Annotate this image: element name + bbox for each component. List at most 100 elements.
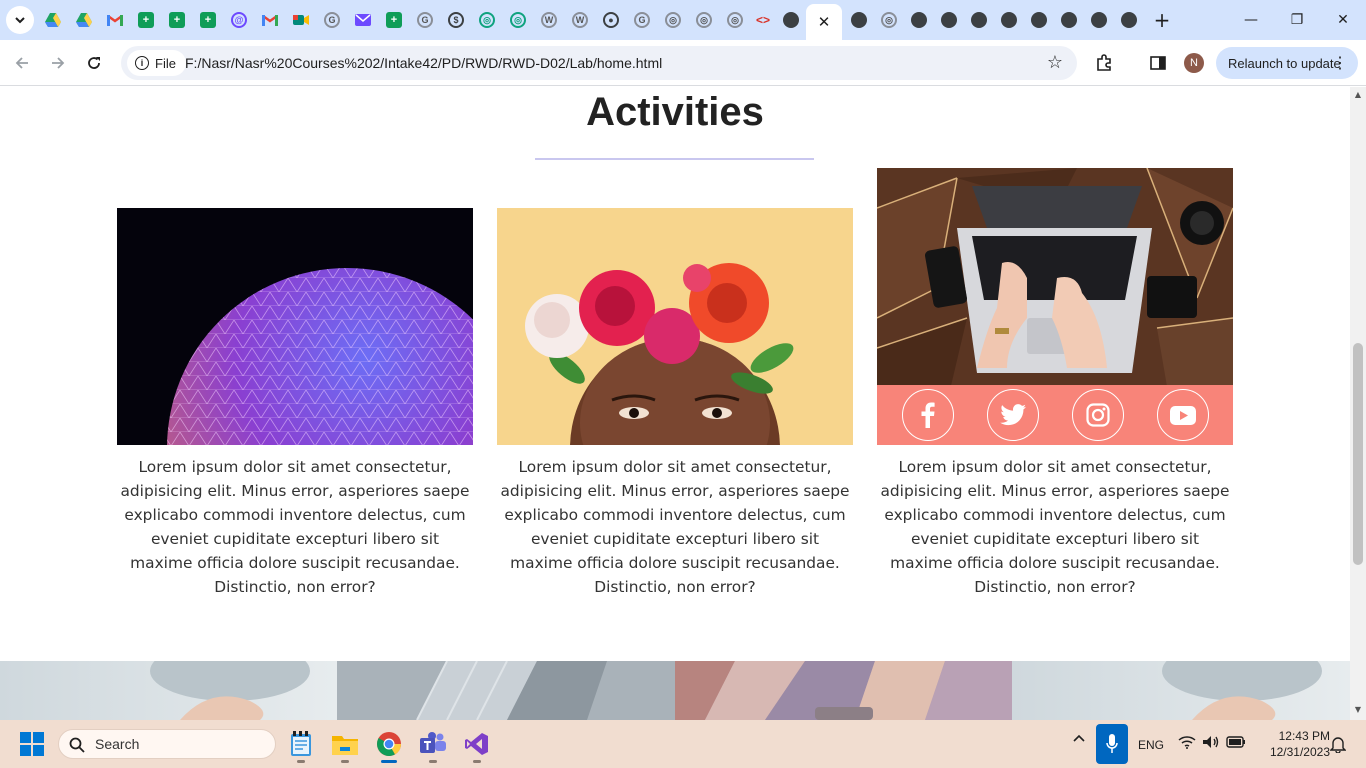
tab-chatgpt-2[interactable]: ◎ xyxy=(507,9,529,31)
teams-icon xyxy=(420,732,446,753)
tab-chatgpt[interactable]: ◎ xyxy=(476,9,498,31)
battery-icon[interactable] xyxy=(1226,736,1246,751)
site-info-chip[interactable]: i File xyxy=(127,50,186,76)
taskbar-visual-studio[interactable] xyxy=(461,728,493,763)
address-bar[interactable]: i File F:/Nasr/Nasr%20Courses%202/Intake… xyxy=(121,46,1077,80)
language-indicator[interactable]: ENG xyxy=(1138,738,1164,752)
search-icon xyxy=(69,737,85,753)
show-hidden-icons-button[interactable] xyxy=(1072,732,1086,749)
tab-chrome-8[interactable] xyxy=(1058,9,1080,31)
tab-chrome-7[interactable] xyxy=(1028,9,1050,31)
tab-chrome-4[interactable] xyxy=(938,9,960,31)
tab-google-meet[interactable] xyxy=(290,9,312,31)
instagram-link[interactable] xyxy=(1071,389,1124,441)
tab-chrome-5[interactable] xyxy=(968,9,990,31)
chrome-icon xyxy=(377,732,401,757)
card-2-text: Lorem ipsum dolor sit amet consectetur, … xyxy=(500,458,850,596)
taskbar-search-box[interactable]: Search xyxy=(58,729,276,759)
kebab-menu-icon[interactable]: ⋮ xyxy=(1332,53,1348,73)
relaunch-to-update-button[interactable]: Relaunch to update ⋮ xyxy=(1216,47,1358,79)
tab-chrome-2[interactable] xyxy=(848,9,870,31)
tab-circle[interactable]: ● xyxy=(600,9,622,31)
volume-icon[interactable] xyxy=(1202,735,1220,752)
youtube-link[interactable] xyxy=(1156,389,1209,441)
scroll-down-arrow-icon[interactable]: ▼ xyxy=(1353,705,1363,715)
taskbar-file-explorer[interactable] xyxy=(329,728,361,763)
close-window-button[interactable]: ✕ xyxy=(1328,6,1358,34)
tab-wordpress-2[interactable]: W xyxy=(569,9,591,31)
chatgpt-icon: ◎ xyxy=(510,12,526,28)
tab-chatgpt-5[interactable]: ◎ xyxy=(724,9,746,31)
active-tab-close-button[interactable]: ✕ xyxy=(806,4,842,40)
tab-chrome-9[interactable] xyxy=(1088,9,1110,31)
microphone-icon xyxy=(1106,734,1118,753)
tab-search-button[interactable] xyxy=(6,6,34,34)
microphone-button[interactable] xyxy=(1096,724,1128,764)
reload-button[interactable] xyxy=(80,49,108,77)
back-button[interactable] xyxy=(8,49,36,77)
tab-chrome-10[interactable] xyxy=(1118,9,1140,31)
profile-avatar[interactable]: N xyxy=(1184,53,1204,73)
tab-code[interactable]: <> xyxy=(752,9,774,31)
wordpress-icon: W xyxy=(541,12,557,28)
social-links-bar xyxy=(877,385,1233,445)
tab-dollar[interactable]: $ xyxy=(445,9,467,31)
page-scrollbar[interactable]: ▲ ▼ xyxy=(1350,87,1366,720)
start-button[interactable] xyxy=(16,728,48,760)
mail-icon xyxy=(355,14,371,26)
minimize-button[interactable]: — xyxy=(1236,6,1266,34)
tab-chatgpt-3[interactable]: ◎ xyxy=(662,9,684,31)
tab-gmail-2[interactable] xyxy=(259,9,281,31)
chrome-icon xyxy=(911,12,927,28)
browser-toolbar: i File F:/Nasr/Nasr%20Courses%202/Intake… xyxy=(0,40,1366,86)
tab-chrome-6[interactable] xyxy=(998,9,1020,31)
taskbar-teams[interactable] xyxy=(417,728,449,763)
dollar-icon: $ xyxy=(448,12,464,28)
card-3-text: Lorem ipsum dolor sit amet consectetur, … xyxy=(880,458,1230,596)
twitter-link[interactable] xyxy=(986,389,1039,441)
tab-sheets-3[interactable]: + xyxy=(197,9,219,31)
scrollbar-thumb[interactable] xyxy=(1353,343,1363,565)
tab-wordpress[interactable]: W xyxy=(538,9,560,31)
geodesic-sphere-image xyxy=(117,208,473,445)
tab-chatgpt-6[interactable]: ◎ xyxy=(878,9,900,31)
tab-chatgpt-4[interactable]: ◎ xyxy=(693,9,715,31)
tab-google-drive-2[interactable] xyxy=(73,9,95,31)
bookmark-star-icon[interactable]: ☆ xyxy=(1047,52,1063,73)
tab-sheets-4[interactable]: + xyxy=(383,9,405,31)
taskbar-notepad[interactable] xyxy=(285,728,317,763)
tab-google-3[interactable]: G xyxy=(631,9,653,31)
url-text[interactable]: F:/Nasr/Nasr%20Courses%202/Intake42/PD/R… xyxy=(185,55,662,71)
tab-chrome[interactable] xyxy=(780,9,802,31)
tab-proton[interactable]: @ xyxy=(228,9,250,31)
wifi-icon[interactable] xyxy=(1178,735,1196,752)
arrow-right-icon xyxy=(52,57,65,69)
gallery-image-4 xyxy=(1012,641,1350,720)
chrome-icon xyxy=(971,12,987,28)
taskbar-clock[interactable]: 12:43 PM 12/31/2023 xyxy=(1254,728,1330,760)
extensions-button[interactable] xyxy=(1092,51,1116,75)
chrome-icon xyxy=(1061,12,1077,28)
google-icon: G xyxy=(634,12,650,28)
chrome-icon xyxy=(783,12,799,28)
activity-card-1: Lorem ipsum dolor sit amet consectetur, … xyxy=(117,208,473,599)
tab-sheets-2[interactable]: + xyxy=(166,9,188,31)
notification-bell-icon[interactable] xyxy=(1329,735,1347,756)
facebook-link[interactable] xyxy=(901,389,954,441)
tab-proton-mail[interactable] xyxy=(352,9,374,31)
forward-button[interactable] xyxy=(44,49,72,77)
taskbar-chrome[interactable] xyxy=(373,728,405,763)
tab-chrome-3[interactable] xyxy=(908,9,930,31)
new-tab-button[interactable]: + xyxy=(1150,8,1174,32)
tab-sheets[interactable]: + xyxy=(135,9,157,31)
tab-google-drive[interactable] xyxy=(42,9,64,31)
side-panel-button[interactable] xyxy=(1146,51,1170,75)
scroll-up-arrow-icon[interactable]: ▲ xyxy=(1353,90,1363,100)
maximize-button[interactable]: ❐ xyxy=(1282,6,1312,34)
tab-google-2[interactable]: G xyxy=(414,9,436,31)
windows-taskbar: Search ENG 12:43 PM 12/31/2023 xyxy=(0,720,1366,768)
tab-google[interactable]: G xyxy=(321,9,343,31)
chatgpt-icon: ◎ xyxy=(665,12,681,28)
laptop-on-desk-image xyxy=(877,168,1233,445)
tab-gmail[interactable] xyxy=(104,9,126,31)
